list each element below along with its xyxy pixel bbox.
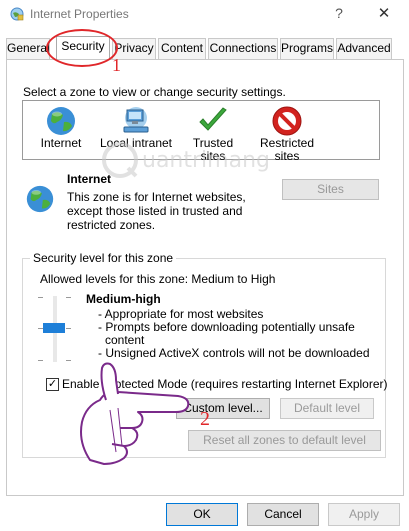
help-button[interactable]: ? <box>330 5 348 23</box>
title-bar: Internet Properties ? ✕ <box>0 0 409 30</box>
zone-trusted-sites[interactable]: Trusted sites <box>179 105 247 163</box>
globe-icon <box>47 107 75 135</box>
zone-internet-label: Internet <box>40 136 82 150</box>
slider-tick <box>38 360 43 361</box>
slider-tick <box>38 297 43 298</box>
pointing-hand-icon <box>80 362 190 465</box>
reset-all-zones-button[interactable]: Reset all zones to default level <box>188 430 381 451</box>
window-title: Internet Properties <box>30 7 129 21</box>
tab-connections[interactable]: Connections <box>208 38 278 59</box>
apply-button[interactable]: Apply <box>328 503 400 526</box>
close-button[interactable]: ✕ <box>374 4 394 24</box>
tab-advanced[interactable]: Advanced <box>336 38 392 59</box>
no-entry-icon <box>272 106 302 136</box>
ok-button[interactable]: OK <box>166 503 238 526</box>
zone-restricted-sites-label: Restricted sites <box>259 136 315 163</box>
select-zone-label: Select a zone to view or change security… <box>23 85 286 99</box>
zone-local-intranet-label: Local intranet <box>99 136 173 150</box>
level-point: - Unsigned ActiveX controls will not be … <box>98 346 370 360</box>
sites-button[interactable]: Sites <box>282 179 379 200</box>
internet-options-icon <box>10 7 24 21</box>
slider-tick <box>66 328 71 329</box>
zones-list: Internet Local intranet Trusted sites Re… <box>22 100 380 163</box>
selected-zone-globe-icon <box>26 185 54 213</box>
zone-local-intranet[interactable]: Local intranet <box>97 105 175 150</box>
tab-general[interactable]: General <box>6 38 50 59</box>
annotation-oval <box>46 29 118 67</box>
network-computer-icon <box>123 107 149 133</box>
level-description: - Appropriate for most websites - Prompt… <box>98 308 370 360</box>
checkmark-icon <box>199 107 227 131</box>
slider-tick <box>66 297 71 298</box>
cancel-button[interactable]: Cancel <box>247 503 319 526</box>
selected-zone-description: This zone is for Internet websites, exce… <box>67 190 246 232</box>
selected-zone-name: Internet <box>67 172 112 186</box>
level-name: Medium-high <box>86 292 161 306</box>
zone-internet[interactable]: Internet <box>29 105 93 150</box>
annotation-step-1: 1 <box>112 55 121 75</box>
default-level-button[interactable]: Default level <box>280 398 374 419</box>
allowed-levels-label: Allowed levels for this zone: Medium to … <box>40 272 276 286</box>
security-level-legend: Security level for this zone <box>30 251 177 265</box>
zone-trusted-sites-label: Trusted sites <box>192 136 234 163</box>
security-level-slider-thumb[interactable] <box>43 323 65 333</box>
tab-content[interactable]: Content <box>158 38 206 59</box>
tab-programs[interactable]: Programs <box>280 38 334 59</box>
zone-restricted-sites[interactable]: Restricted sites <box>255 105 319 163</box>
protected-mode-checkbox[interactable]: ✓ <box>46 378 59 391</box>
